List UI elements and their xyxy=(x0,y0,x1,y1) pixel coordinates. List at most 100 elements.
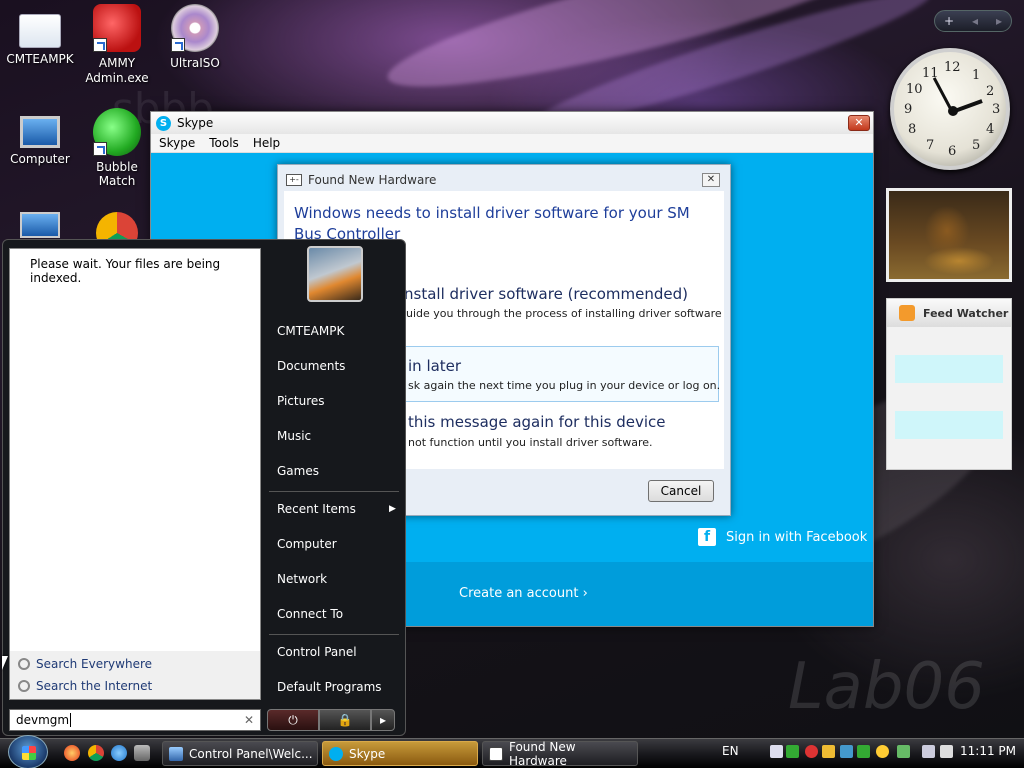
taskbar-skype[interactable]: Skype xyxy=(322,741,478,766)
shortcut-arrow-icon xyxy=(93,142,107,156)
clock-number: 12 xyxy=(944,60,961,75)
feed-item[interactable] xyxy=(895,411,1003,439)
bubble-match-icon xyxy=(93,108,141,156)
search-icon xyxy=(18,658,30,670)
chrome-quicklaunch-icon[interactable] xyxy=(88,745,104,761)
language-indicator[interactable]: EN xyxy=(722,744,739,758)
volume-muted-icon[interactable] xyxy=(940,745,953,758)
start-item-documents[interactable]: Documents xyxy=(277,359,345,373)
tray-icon-8[interactable] xyxy=(897,745,910,758)
firefox-quicklaunch-icon[interactable] xyxy=(64,745,80,761)
start-item-user[interactable]: CMTEAMPK xyxy=(277,324,344,338)
search-everywhere-label: Search Everywhere xyxy=(36,657,152,671)
control-panel-icon xyxy=(169,746,183,761)
desktop-icon-computer[interactable]: Computer xyxy=(0,110,80,166)
switch-windows-icon[interactable] xyxy=(134,745,150,761)
start-item-music[interactable]: Music xyxy=(277,429,311,443)
sign-in-facebook-link[interactable]: f Sign in with Facebook xyxy=(698,528,867,546)
start-button[interactable] xyxy=(8,735,48,768)
desktop-icon-label: AMMY Admin.exe xyxy=(85,56,149,85)
start-item-network[interactable]: Network xyxy=(277,572,327,586)
skype-title: Skype xyxy=(177,116,214,130)
shortcut-arrow-icon xyxy=(171,38,185,52)
shortcut-arrow-icon xyxy=(93,38,107,52)
dialog-close-button[interactable]: ✕ xyxy=(702,173,720,187)
slideshow-gadget[interactable] xyxy=(886,188,1012,282)
start-item-recent-items[interactable]: Recent Items xyxy=(277,502,356,516)
cancel-button[interactable]: Cancel xyxy=(648,480,714,502)
search-internet-link[interactable]: Search the Internet xyxy=(18,679,152,693)
sign-in-facebook-label: Sign in with Facebook xyxy=(726,529,868,545)
start-item-pictures[interactable]: Pictures xyxy=(277,394,325,408)
search-icon xyxy=(18,680,30,692)
desktop-icon-network[interactable] xyxy=(0,212,80,242)
feed-watcher-title: Feed Watcher xyxy=(923,306,1009,320)
start-search-value: devmgm xyxy=(16,713,70,727)
start-item-default-programs[interactable]: Default Programs xyxy=(277,680,382,694)
mouse-cursor xyxy=(2,656,8,670)
taskbar-control-panel[interactable]: Control Panel\Welc... xyxy=(162,741,318,766)
option-dont-show-title[interactable]: this message again for this device xyxy=(408,413,665,431)
gadget-next-button[interactable]: ▸ xyxy=(996,14,1002,28)
tray-icon-3[interactable] xyxy=(805,745,818,758)
clock-number: 9 xyxy=(904,102,913,117)
clock-number: 7 xyxy=(926,138,935,153)
tray-icon-1[interactable] xyxy=(770,745,783,758)
user-folder-icon xyxy=(19,14,61,48)
search-everywhere-link[interactable]: Search Everywhere xyxy=(18,657,152,671)
feed-watcher-gadget[interactable]: Feed Watcher xyxy=(886,298,1012,470)
dialog-title: Found New Hardware xyxy=(308,173,437,187)
lock-button[interactable]: 🔒 xyxy=(319,709,371,731)
gadget-controls: + ◂ ▸ xyxy=(934,10,1012,32)
taskbar-item-label: Control Panel\Welc... xyxy=(189,746,313,761)
start-item-connect-to[interactable]: Connect To xyxy=(277,607,343,621)
tray-icon-6[interactable] xyxy=(857,745,870,758)
menu-skype[interactable]: Skype xyxy=(159,136,195,150)
desktop-icon-label: UltraISO xyxy=(170,56,220,70)
clock-gadget[interactable]: 12 1 2 3 4 5 6 7 8 9 10 11 xyxy=(890,48,1010,170)
desktop-icon-ultraiso[interactable]: UltraISO xyxy=(155,4,235,70)
desktop-icon-bubble-match[interactable]: Bubble Match xyxy=(77,108,157,188)
clock-number: 2 xyxy=(986,84,995,99)
clock-time[interactable]: 11:11 PM xyxy=(960,744,1016,758)
menu-help[interactable]: Help xyxy=(253,136,280,150)
start-item-computer[interactable]: Computer xyxy=(277,537,337,551)
start-item-games[interactable]: Games xyxy=(277,464,319,478)
skype-logo-icon: S xyxy=(156,115,171,131)
clear-search-icon[interactable]: ✕ xyxy=(244,710,254,730)
start-menu-programs-pane: Please wait. Your files are being indexe… xyxy=(9,248,261,700)
skype-titlebar[interactable]: S Skype xyxy=(151,112,873,134)
add-gadget-button[interactable]: + xyxy=(944,14,954,28)
tray-icon-5[interactable] xyxy=(840,745,853,758)
clock-center xyxy=(948,106,958,116)
skype-close-button[interactable]: ✕ xyxy=(848,115,870,131)
create-account-link[interactable]: Create an account › xyxy=(459,586,588,601)
feed-item[interactable] xyxy=(895,355,1003,383)
menu-separator xyxy=(269,491,399,492)
menu-tools[interactable]: Tools xyxy=(209,136,239,150)
ie-quicklaunch-icon[interactable] xyxy=(111,745,127,761)
network-tray-icon[interactable] xyxy=(922,745,935,758)
lab06-watermark: Lab06 xyxy=(788,650,985,724)
user-picture[interactable] xyxy=(307,246,363,302)
shield-icon[interactable] xyxy=(822,745,835,758)
desktop-icon-cmteampk[interactable]: CMTEAMPK xyxy=(0,6,80,66)
power-options-arrow[interactable]: ▸ xyxy=(371,709,395,731)
desktop-icon-label: Computer xyxy=(10,152,70,166)
desktop-icon-label: CMTEAMPK xyxy=(6,52,74,66)
power-buttons: ⏻ 🔒 ▸ xyxy=(267,709,395,731)
gadget-prev-button[interactable]: ◂ xyxy=(972,14,978,28)
clock-number: 1 xyxy=(972,68,981,83)
desktop-icon-ammy-admin[interactable]: AMMY Admin.exe xyxy=(77,4,157,86)
start-menu: Please wait. Your files are being indexe… xyxy=(2,239,406,736)
smiley-icon[interactable] xyxy=(876,745,889,758)
tray-icon-2[interactable] xyxy=(786,745,799,758)
option-ask-later-title[interactable]: in later xyxy=(408,357,461,375)
clock-number: 10 xyxy=(906,82,923,97)
start-search-input[interactable]: devmgm ✕ xyxy=(9,709,261,731)
power-button[interactable]: ⏻ xyxy=(267,709,319,731)
start-item-control-panel[interactable]: Control Panel xyxy=(277,645,357,659)
option-install-title[interactable]: nstall driver software (recommended) xyxy=(404,285,688,303)
taskbar-found-new-hardware[interactable]: Found New Hardware xyxy=(482,740,638,768)
clock-number: 6 xyxy=(948,144,957,159)
